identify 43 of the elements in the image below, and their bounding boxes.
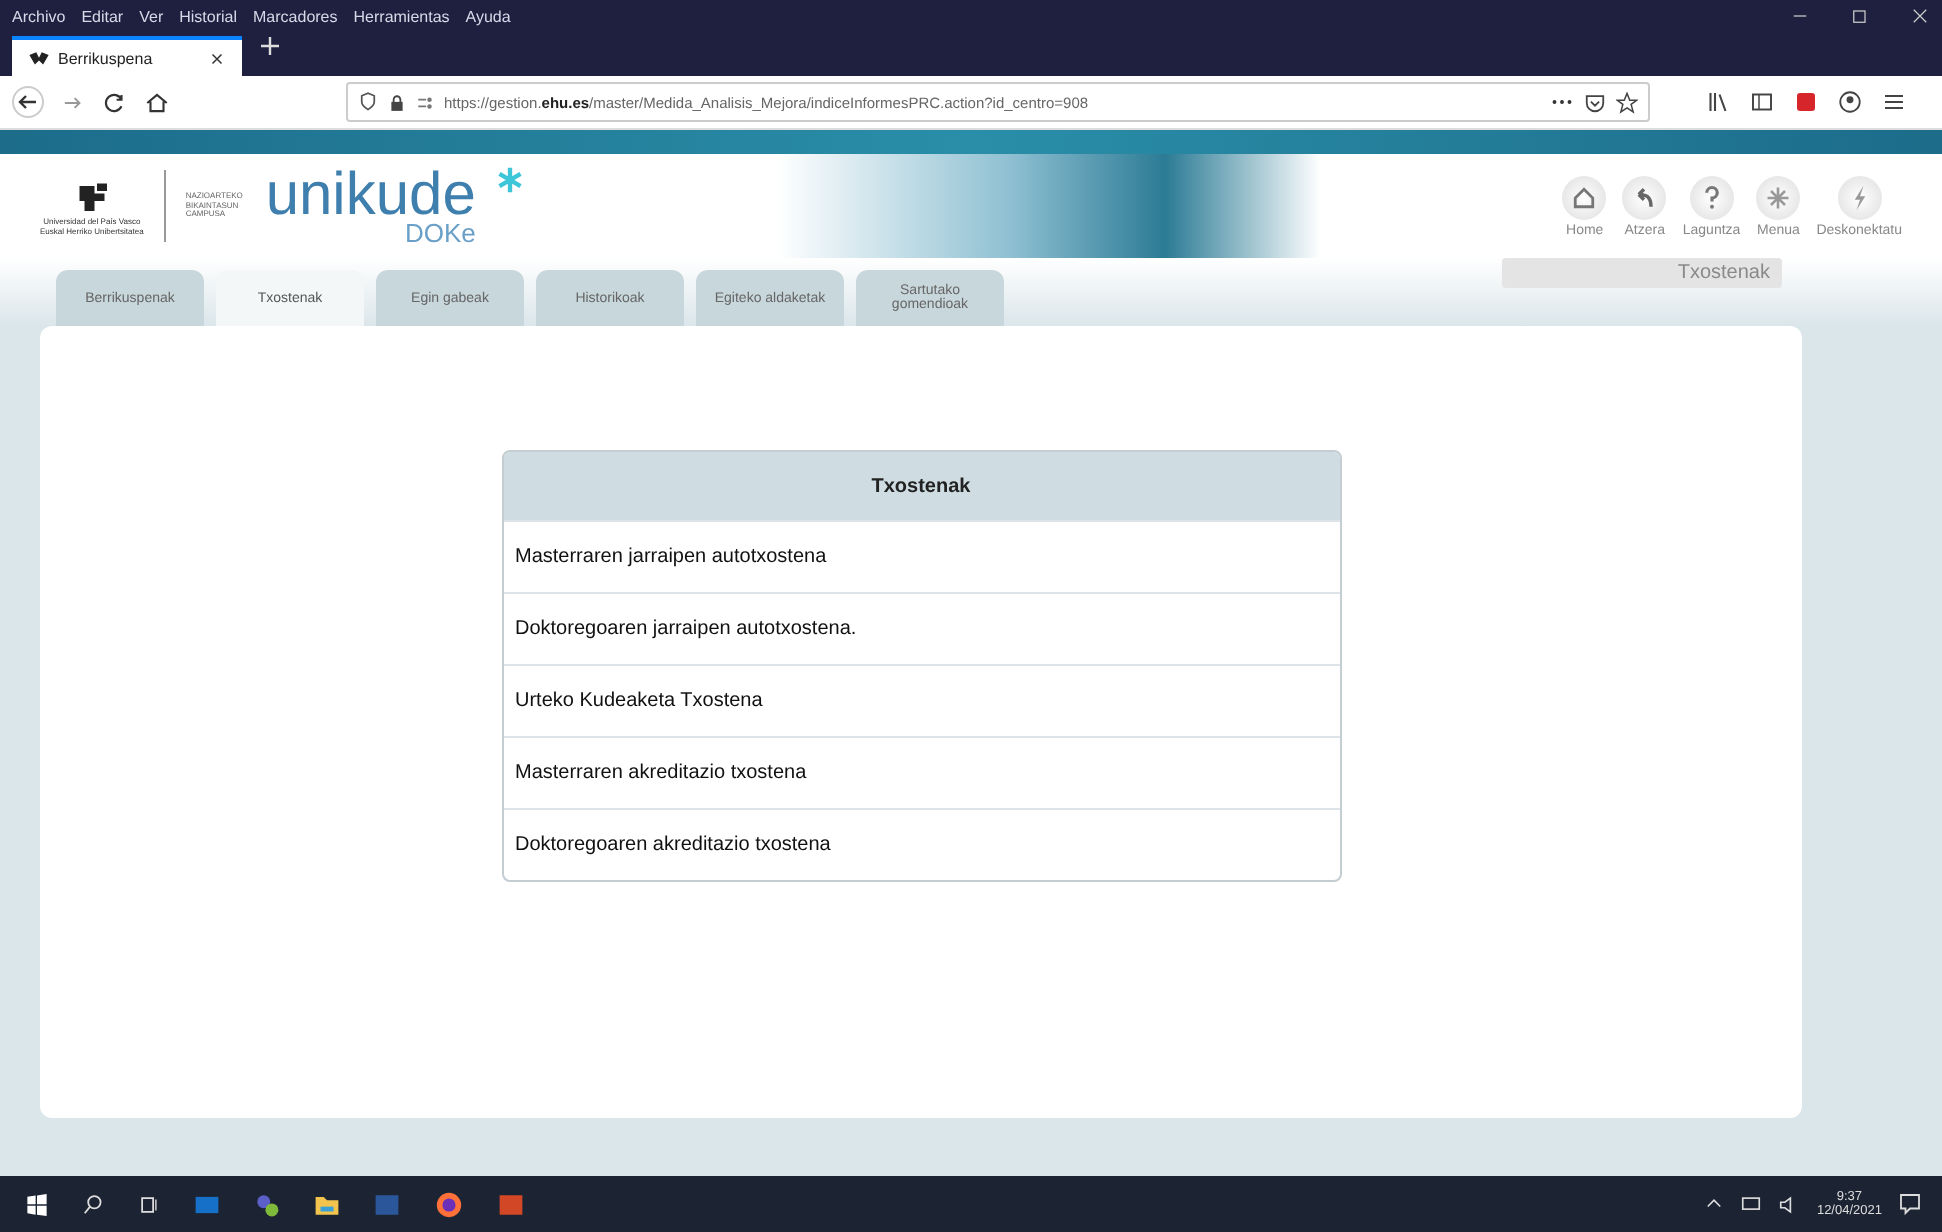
report-link[interactable]: Doktoregoaren jarraipen autotxostena. — [503, 592, 1339, 664]
shield-icon[interactable] — [358, 92, 378, 112]
close-icon[interactable] — [208, 49, 226, 67]
restore-icon[interactable] — [1850, 6, 1870, 26]
browser-tab[interactable]: Berrikuspena — [12, 36, 242, 76]
menu-item[interactable]: Ver — [139, 7, 164, 25]
report-link[interactable]: Masterraren akreditazio txostena — [503, 736, 1339, 808]
library-icon[interactable] — [1706, 90, 1730, 114]
plus-icon[interactable] — [258, 34, 282, 58]
table-header: Txostenak — [503, 452, 1339, 520]
breadcrumb: Txostenak — [1502, 258, 1782, 288]
windows-start-icon[interactable] — [26, 1193, 48, 1215]
menu-item[interactable]: Editar — [81, 7, 124, 25]
network-icon[interactable] — [1740, 1193, 1763, 1215]
site-logo-icon[interactable] — [28, 47, 50, 69]
back-icon[interactable] — [12, 86, 44, 118]
report-link[interactable]: Doktoregoaren akreditazio txostena — [503, 808, 1339, 880]
notification-icon[interactable] — [1898, 1192, 1922, 1216]
reload-icon[interactable] — [102, 89, 128, 115]
sidebar-icon[interactable] — [1750, 90, 1774, 114]
pdf-extension-icon[interactable] — [1794, 90, 1818, 114]
lock-icon[interactable] — [388, 93, 406, 111]
menu-item[interactable]: Historial — [179, 7, 238, 25]
task-view-icon[interactable] — [138, 1193, 160, 1215]
search-icon[interactable] — [82, 1193, 104, 1215]
folder-icon[interactable] — [314, 1191, 340, 1217]
permissions-icon[interactable] — [416, 93, 434, 111]
people-app-icon[interactable] — [254, 1191, 280, 1217]
report-link[interactable]: Masterraren jarraipen autotxostena — [503, 520, 1339, 592]
pocket-icon[interactable] — [1584, 91, 1606, 113]
snowflake-icon[interactable] — [1764, 183, 1793, 211]
slides-app-icon[interactable] — [498, 1191, 524, 1217]
menu-icon[interactable] — [1882, 90, 1906, 114]
account-icon[interactable] — [1838, 90, 1862, 114]
menu-item[interactable]: Ayuda — [465, 7, 511, 25]
star-icon[interactable] — [1616, 91, 1638, 113]
menu-item[interactable]: Herramientas — [353, 7, 450, 25]
menu-item[interactable]: Marcadores — [253, 7, 338, 25]
mail-app-icon[interactable] — [194, 1191, 220, 1217]
browser-app-icon[interactable] — [434, 1189, 464, 1219]
report-link[interactable]: Urteko Kudeaketa Txostena — [503, 664, 1339, 736]
home-icon[interactable] — [144, 89, 170, 115]
menu-item[interactable]: Archivo — [12, 7, 66, 25]
